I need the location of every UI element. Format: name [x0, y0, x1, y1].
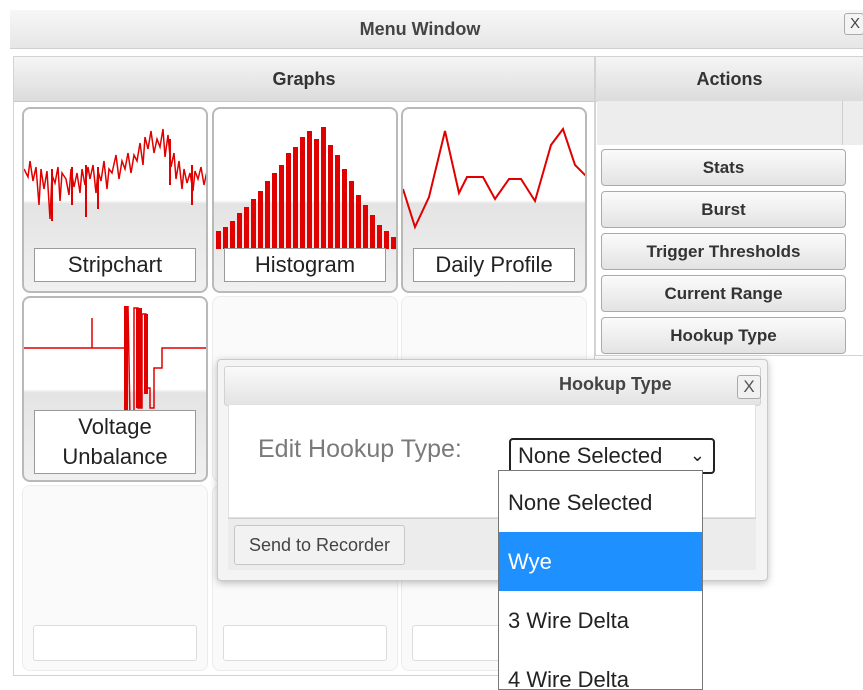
histogram-thumbnail [216, 127, 396, 249]
graphs-header: Graphs [14, 57, 594, 102]
dialog-title: Hookup Type [559, 374, 672, 394]
empty-tile-label [223, 625, 387, 661]
daily-profile-label: Daily Profile [413, 248, 575, 282]
stripchart-label: Stripchart [34, 248, 196, 282]
daily-profile-tile[interactable]: Daily Profile [401, 107, 587, 293]
chevron-down-icon: ⌄ [689, 445, 705, 465]
actions-header: Actions [596, 57, 863, 102]
option-none-selected[interactable]: None Selected [499, 473, 702, 532]
voltage-unbalance-label: Voltage Unbalance [34, 410, 196, 474]
actions-toolbar [597, 101, 863, 145]
selected-value: None Selected [518, 443, 663, 468]
stripchart-tile[interactable]: Stripchart [22, 107, 208, 293]
current-range-button[interactable]: Current Range [601, 275, 846, 312]
hookup-type-select[interactable]: None Selected ⌄ [509, 438, 715, 474]
stats-button[interactable]: Stats [601, 149, 846, 186]
trigger-thresholds-button[interactable]: Trigger Thresholds [601, 233, 846, 270]
option-wye[interactable]: Wye [499, 532, 702, 591]
hookup-type-prompt: Edit Hookup Type: [258, 435, 462, 463]
burst-button[interactable]: Burst [601, 191, 846, 228]
dialog-titlebar[interactable]: Hookup Type X [224, 366, 761, 406]
menu-window-title: Menu Window [359, 19, 481, 39]
dialog-close-button[interactable]: X [737, 375, 761, 399]
voltage-unbalance-tile[interactable]: Voltage Unbalance [22, 296, 208, 482]
close-icon: X [743, 377, 755, 396]
close-icon: X [850, 15, 861, 32]
daily-profile-thumbnail [403, 126, 585, 230]
hookup-type-dropdown[interactable]: None Selected Wye 3 Wire Delta 4 Wire De… [498, 470, 703, 690]
option-4-wire-delta[interactable]: 4 Wire Delta [499, 650, 702, 689]
histogram-tile[interactable]: Histogram [212, 107, 398, 293]
menu-window-titlebar: Menu Window [10, 10, 863, 49]
send-to-recorder-button[interactable]: Send to Recorder [234, 525, 405, 565]
empty-tile [22, 485, 208, 671]
histogram-label: Histogram [224, 248, 386, 282]
option-3-wire-delta[interactable]: 3 Wire Delta [499, 591, 702, 650]
window-close-button[interactable]: X [844, 13, 863, 35]
empty-tile-label [33, 625, 197, 661]
hookup-type-button[interactable]: Hookup Type [601, 317, 846, 354]
stripchart-thumbnail [24, 128, 206, 221]
